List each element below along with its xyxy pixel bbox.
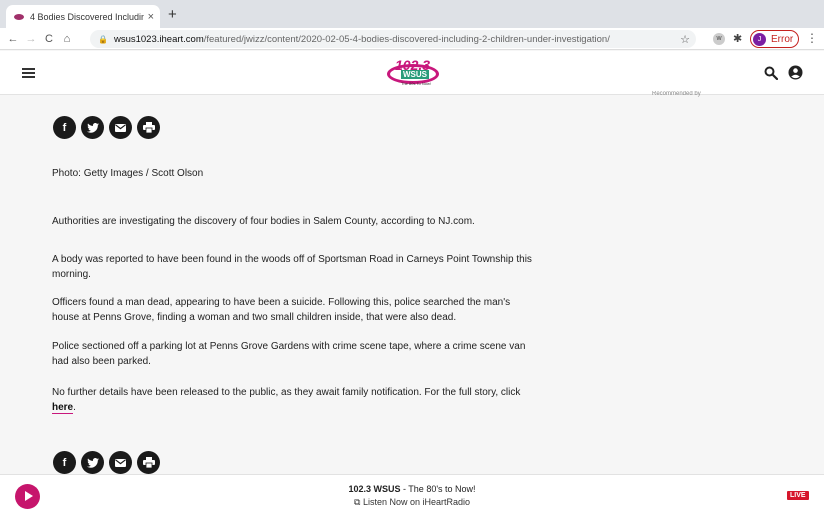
lock-icon: 🔒 (98, 34, 108, 44)
search-icon[interactable] (764, 66, 778, 80)
recommended-by-label: Recommended by (652, 91, 701, 97)
url-path: /featured/jwizz/content/2020-02-05-4-bod… (203, 33, 610, 45)
paragraph-text: No further details have been released to… (52, 387, 521, 398)
email-icon[interactable] (109, 451, 132, 474)
extension-icon[interactable]: w (713, 33, 725, 45)
radio-player-bar: 102.3 WSUS - The 80's to Now! ⧉ Listen N… (0, 474, 824, 515)
station-logo[interactable]: 102.3 WSUS The 80s To Now! (387, 57, 439, 89)
listen-link[interactable]: ⧉ Listen Now on iHeartRadio (0, 497, 824, 508)
twitter-icon[interactable] (81, 451, 104, 474)
station-name: 102.3 WSUS (348, 484, 401, 494)
browser-menu-icon[interactable]: ⋮ (806, 31, 818, 45)
account-icon[interactable] (788, 65, 803, 80)
live-badge: LIVE (787, 491, 809, 500)
browser-toolbar: ← → C ⌂ 🔒 wsus1023.iheart.com/featured/j… (0, 28, 824, 50)
print-icon[interactable] (137, 116, 160, 139)
article-paragraph: Authorities are investigating the discov… (52, 216, 475, 227)
avatar: J (753, 32, 766, 46)
facebook-icon[interactable]: f (53, 451, 76, 474)
photo-credit: Photo: Getty Images / Scott Olson (52, 168, 204, 179)
tab-title: 4 Bodies Discovered Including (30, 11, 144, 22)
browser-tab[interactable]: 4 Bodies Discovered Including × (6, 5, 160, 28)
facebook-icon[interactable]: f (53, 116, 76, 139)
twitter-icon[interactable] (81, 116, 104, 139)
paragraph-text: . (73, 402, 76, 413)
share-bar-top: f (53, 116, 160, 139)
browser-tabstrip: 4 Bodies Discovered Including × + (0, 0, 824, 28)
back-button[interactable]: ← (4, 33, 22, 45)
station-info: 102.3 WSUS - The 80's to Now! (0, 484, 824, 494)
article-paragraph: Police sectioned off a parking lot at Pe… (52, 341, 526, 367)
article-paragraph: Officers found a man dead, appearing to … (52, 297, 511, 323)
tab-close-icon[interactable]: × (148, 11, 154, 23)
email-icon[interactable] (109, 116, 132, 139)
reload-button[interactable]: C (40, 33, 58, 45)
print-icon[interactable] (137, 451, 160, 474)
home-button[interactable]: ⌂ (58, 33, 76, 45)
url-host: wsus1023.iheart.com (113, 33, 204, 45)
article-paragraph: A body was reported to have been found i… (52, 254, 532, 280)
share-bar-bottom: f (53, 451, 160, 474)
profile-error-label: Error (771, 33, 794, 45)
site-header: 102.3 WSUS The 80s To Now! (0, 51, 824, 95)
address-bar[interactable]: 🔒 wsus1023.iheart.com/featured/jwizz/con… (90, 30, 696, 48)
full-story-link[interactable]: here (52, 402, 74, 414)
new-tab-button[interactable]: + (168, 6, 177, 23)
hamburger-menu-icon[interactable] (22, 68, 35, 78)
forward-button[interactable]: → (22, 33, 40, 45)
listen-label: Listen Now on iHeartRadio (362, 497, 470, 507)
logo-callsign: WSUS (401, 70, 429, 79)
article-paragraph: No further details have been released to… (52, 385, 532, 415)
site-favicon-icon (14, 13, 24, 20)
puzzle-extensions-icon[interactable]: ✱ (733, 32, 742, 45)
station-tagline: - The 80's to Now! (400, 484, 476, 494)
profile-button[interactable]: J Error (750, 30, 799, 48)
bookmark-star-icon[interactable]: ☆ (680, 33, 690, 46)
logo-tagline: The 80s To Now! (401, 81, 431, 86)
external-link-icon: ⧉ (353, 497, 361, 507)
